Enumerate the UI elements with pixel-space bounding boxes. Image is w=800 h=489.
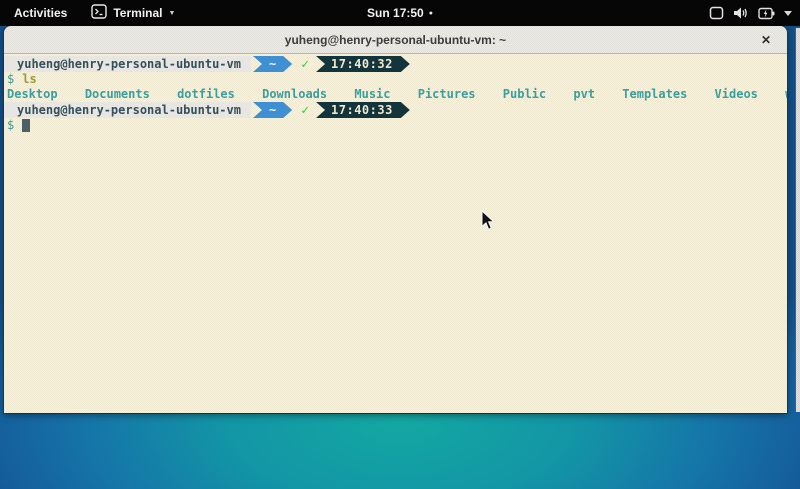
typed-command: ls [22,72,36,87]
directory-name: dotfiles [177,87,235,101]
notification-dot-icon: ● [429,10,433,17]
directory-name: Videos [715,87,758,101]
system-tray[interactable] [709,0,792,26]
prompt-char: $ [7,72,14,87]
directory-name: Templates [622,87,687,101]
window-titlebar[interactable]: yuheng@henry-personal-ubuntu-vm: ~ ✕ [4,26,787,54]
battery-charging-icon [758,7,775,20]
directory-name: Downloads [262,87,327,101]
prompt-user-host: yuheng@henry-personal-ubuntu-vm [4,102,251,118]
window-title: yuheng@henry-personal-ubuntu-vm: ~ [285,33,506,47]
prompt-cwd-segment: ~ [253,102,292,118]
directory-name: Documents [85,87,150,101]
background-window-edge [795,28,800,412]
activities-button[interactable]: Activities [0,0,81,26]
ls-output: Desktop Documents dotfiles Downloads Mus… [4,87,787,102]
prompt-line: yuheng@henry-personal-ubuntu-vm ~ ✓ 17:4… [4,102,787,118]
volume-icon [733,6,749,20]
directory-name: Music [354,87,390,101]
directory-name: Pictures [418,87,476,101]
directory-name: Desktop [7,87,58,101]
prompt-line: yuheng@henry-personal-ubuntu-vm ~ ✓ 17:4… [4,56,787,72]
terminal-window: yuheng@henry-personal-ubuntu-vm: ~ ✕ yuh… [4,26,787,413]
screen-icon [709,6,724,20]
prompt-user-host: yuheng@henry-personal-ubuntu-vm [4,56,251,72]
mouse-cursor-icon [481,210,495,236]
terminal-icon [91,4,107,22]
command-line: $ ls [4,72,787,87]
chevron-down-icon [784,11,792,16]
app-menu-label: Terminal [113,6,162,20]
directory-name: pvt [573,87,595,101]
prompt-char: $ [7,118,14,133]
prompt-cwd-segment: ~ [253,56,292,72]
chevron-down-icon: ▼ [168,10,175,17]
top-bar: Activities Terminal ▼ Sun 17:50 ● [0,0,800,26]
text-cursor [22,119,30,132]
close-button[interactable]: ✕ [757,31,775,49]
app-menu-terminal[interactable]: Terminal ▼ [81,0,185,26]
clock-label[interactable]: Sun 17:50 [367,6,424,20]
status-check-icon: ✓ [301,103,309,118]
directory-name: workspace [785,87,787,101]
terminal-content[interactable]: yuheng@henry-personal-ubuntu-vm ~ ✓ 17:4… [4,54,787,413]
directory-name: Public [503,87,546,101]
input-line[interactable]: $ [4,118,787,133]
prompt-time-segment: 17:40:32 [316,56,410,72]
status-check-icon: ✓ [301,57,309,72]
prompt-time-segment: 17:40:33 [316,102,410,118]
